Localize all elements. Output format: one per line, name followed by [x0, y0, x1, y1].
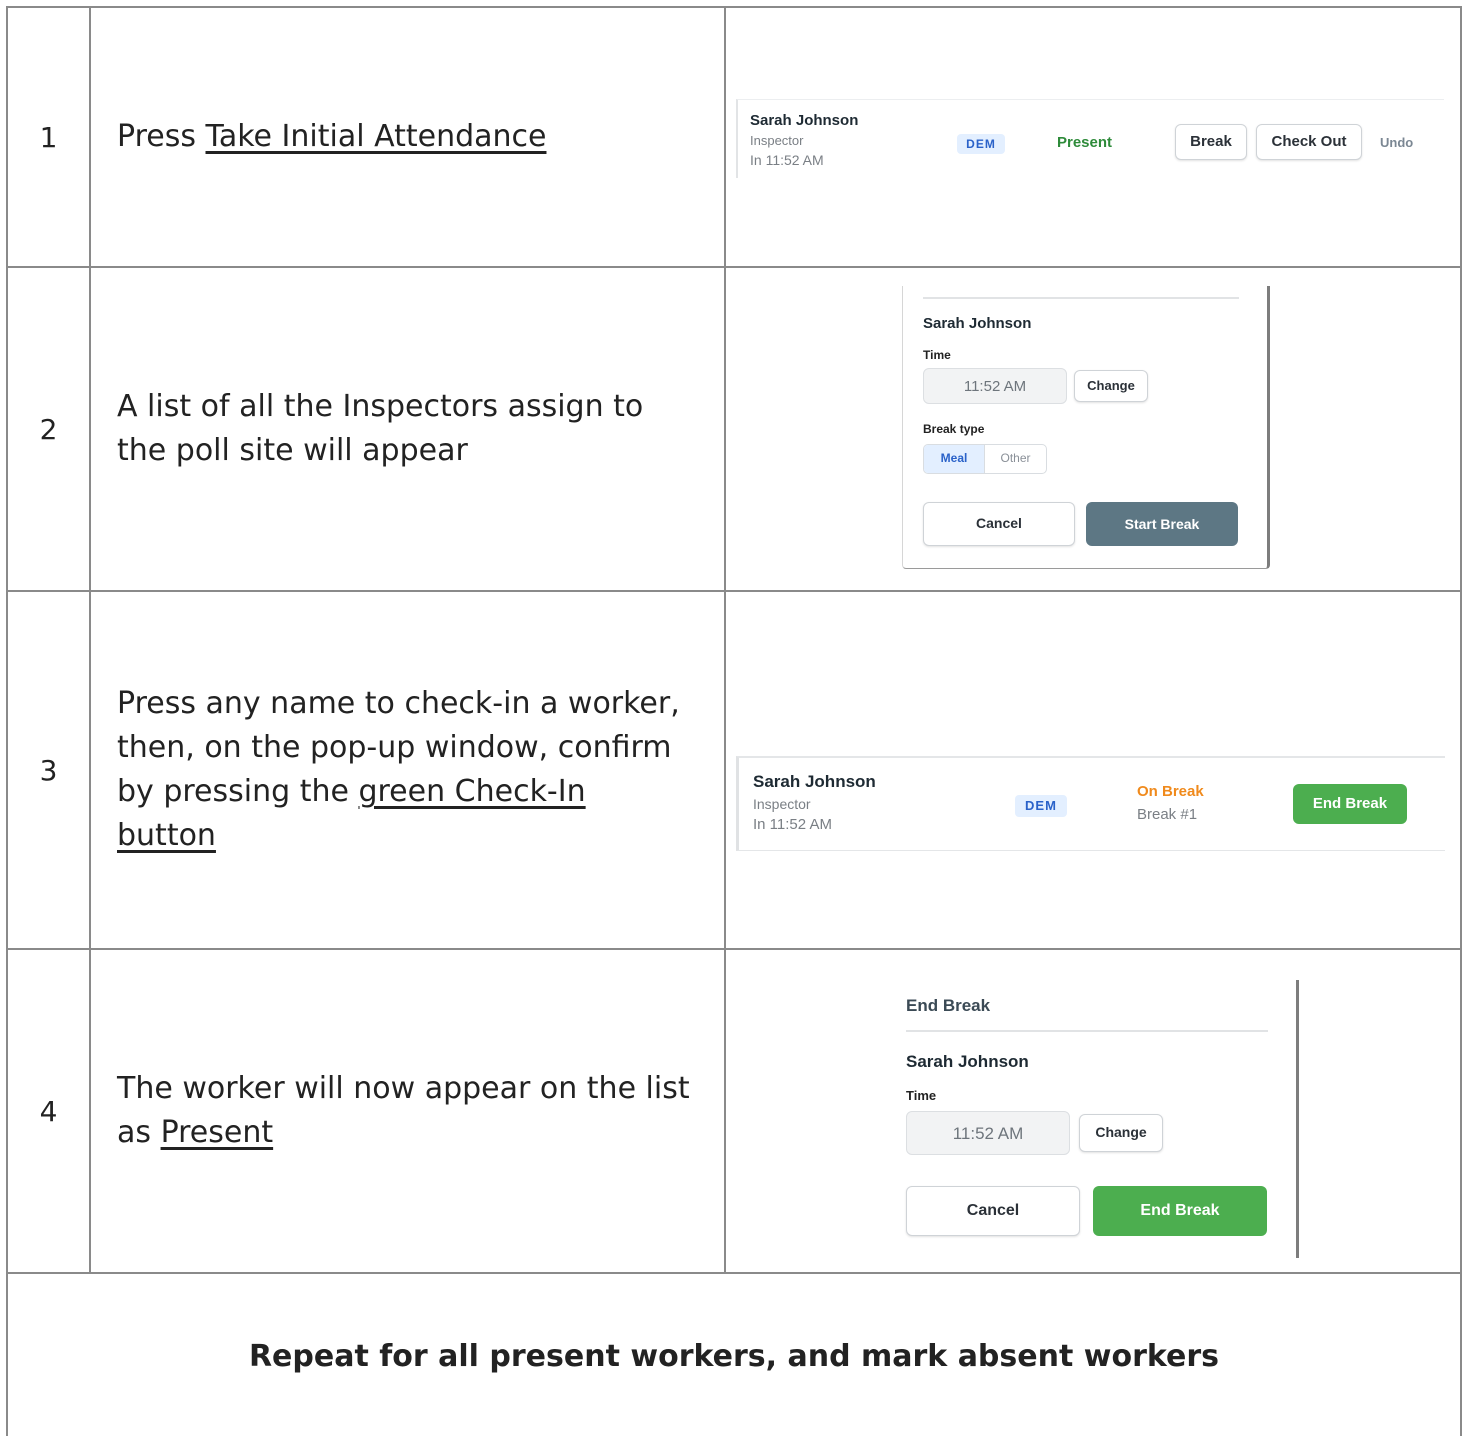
green-check-in-link: green Check-In: [358, 774, 586, 809]
green-check-in-link: button: [117, 818, 216, 853]
break-button[interactable]: Break: [1175, 124, 1247, 160]
step-number: 4: [8, 950, 91, 1272]
step-screenshot: Sarah Johnson Inspector In 11:52 AM DEM …: [728, 8, 1460, 266]
check-out-button[interactable]: Check Out: [1256, 124, 1362, 160]
worker-row-present[interactable]: Sarah Johnson Inspector In 11:52 AM DEM …: [736, 99, 1444, 178]
instruction-text: by pressing the: [117, 774, 359, 809]
break-type-meal-option[interactable]: Meal: [924, 445, 984, 473]
step-number: 3: [8, 592, 91, 948]
step-row-1: 1 Press Take Initial Attendance Sarah Jo…: [8, 8, 1460, 268]
break-dialog: Sarah Johnson Time 11:52 AM Change Break…: [902, 286, 1270, 569]
dialog-title: End Break: [906, 996, 991, 1015]
check-in-time: In 11:52 AM: [750, 152, 824, 168]
time-field[interactable]: 11:52 AM: [906, 1111, 1070, 1155]
worker-name: Sarah Johnson: [753, 772, 876, 791]
cancel-button[interactable]: Cancel: [923, 502, 1075, 546]
dialog-divider: [906, 1030, 1268, 1032]
step-screenshot: Sarah Johnson Time 11:52 AM Change Break…: [728, 268, 1460, 590]
break-type-label: Break type: [923, 422, 985, 436]
instructions-table: 1 Press Take Initial Attendance Sarah Jo…: [6, 6, 1462, 1436]
step-screenshot: Sarah Johnson Inspector In 11:52 AM DEM …: [728, 592, 1460, 948]
instruction-text: as: [117, 1115, 161, 1150]
step-row-2: 2 A list of all the Inspectors assign to…: [8, 268, 1460, 592]
step-row-3: 3 Press any name to check-in a worker, t…: [8, 592, 1460, 950]
time-label: Time: [906, 1088, 937, 1103]
step-instruction: Press any name to check-in a worker, the…: [91, 592, 726, 948]
take-initial-attendance-link: Take Initial Attendance: [205, 119, 547, 154]
change-time-button[interactable]: Change: [1079, 1114, 1163, 1152]
status-present: Present: [1057, 134, 1113, 151]
step-instruction: The worker will now appear on the list a…: [91, 950, 726, 1272]
worker-name: Sarah Johnson: [906, 1052, 1029, 1071]
break-type-other-option[interactable]: Other: [984, 445, 1046, 473]
step-number: 2: [8, 268, 91, 590]
step-instruction: Press Take Initial Attendance: [91, 8, 726, 266]
instruction-text: Press: [117, 119, 206, 154]
step-screenshot: End Break Sarah Johnson Time 11:52 AM Ch…: [728, 950, 1460, 1272]
instruction-text: The worker will now appear on the list: [117, 1071, 690, 1106]
party-badge: DEM: [957, 134, 1005, 154]
undo-button[interactable]: Undo: [1380, 135, 1413, 150]
check-in-time: In 11:52 AM: [753, 816, 832, 833]
worker-name: Sarah Johnson: [750, 112, 859, 129]
start-break-button[interactable]: Start Break: [1086, 502, 1238, 546]
repeat-instruction: Repeat for all present workers, and mark…: [248, 1338, 1220, 1374]
step-number: 1: [8, 8, 91, 266]
worker-role: Inspector: [753, 796, 811, 812]
cancel-button[interactable]: Cancel: [906, 1186, 1080, 1236]
change-time-button[interactable]: Change: [1074, 370, 1148, 402]
end-break-button[interactable]: End Break: [1093, 1186, 1267, 1236]
step-row-4: 4 The worker will now appear on the list…: [8, 950, 1460, 1274]
worker-row-on-break[interactable]: Sarah Johnson Inspector In 11:52 AM DEM …: [736, 756, 1445, 851]
time-label: Time: [923, 348, 951, 362]
worker-name: Sarah Johnson: [923, 315, 1032, 332]
instruction-text: Press any name to check-in a worker,: [117, 686, 680, 721]
end-break-button[interactable]: End Break: [1293, 784, 1407, 824]
dialog-divider: [923, 297, 1239, 299]
end-break-dialog: End Break Sarah Johnson Time 11:52 AM Ch…: [882, 980, 1299, 1258]
present-link: Present: [160, 1115, 274, 1150]
status-on-break: On Break: [1137, 783, 1204, 800]
instruction-text: A list of all the Inspectors assign to: [117, 389, 644, 424]
time-field[interactable]: 11:52 AM: [923, 368, 1067, 404]
break-type-segmented: Meal Other: [923, 444, 1047, 474]
instruction-text: then, on the pop-up window, confirm: [117, 730, 672, 765]
instruction-text: the poll site will appear: [117, 433, 468, 468]
party-badge: DEM: [1015, 795, 1067, 817]
worker-role: Inspector: [750, 133, 804, 148]
break-count: Break #1: [1137, 806, 1198, 823]
step-instruction: A list of all the Inspectors assign to t…: [91, 268, 726, 590]
